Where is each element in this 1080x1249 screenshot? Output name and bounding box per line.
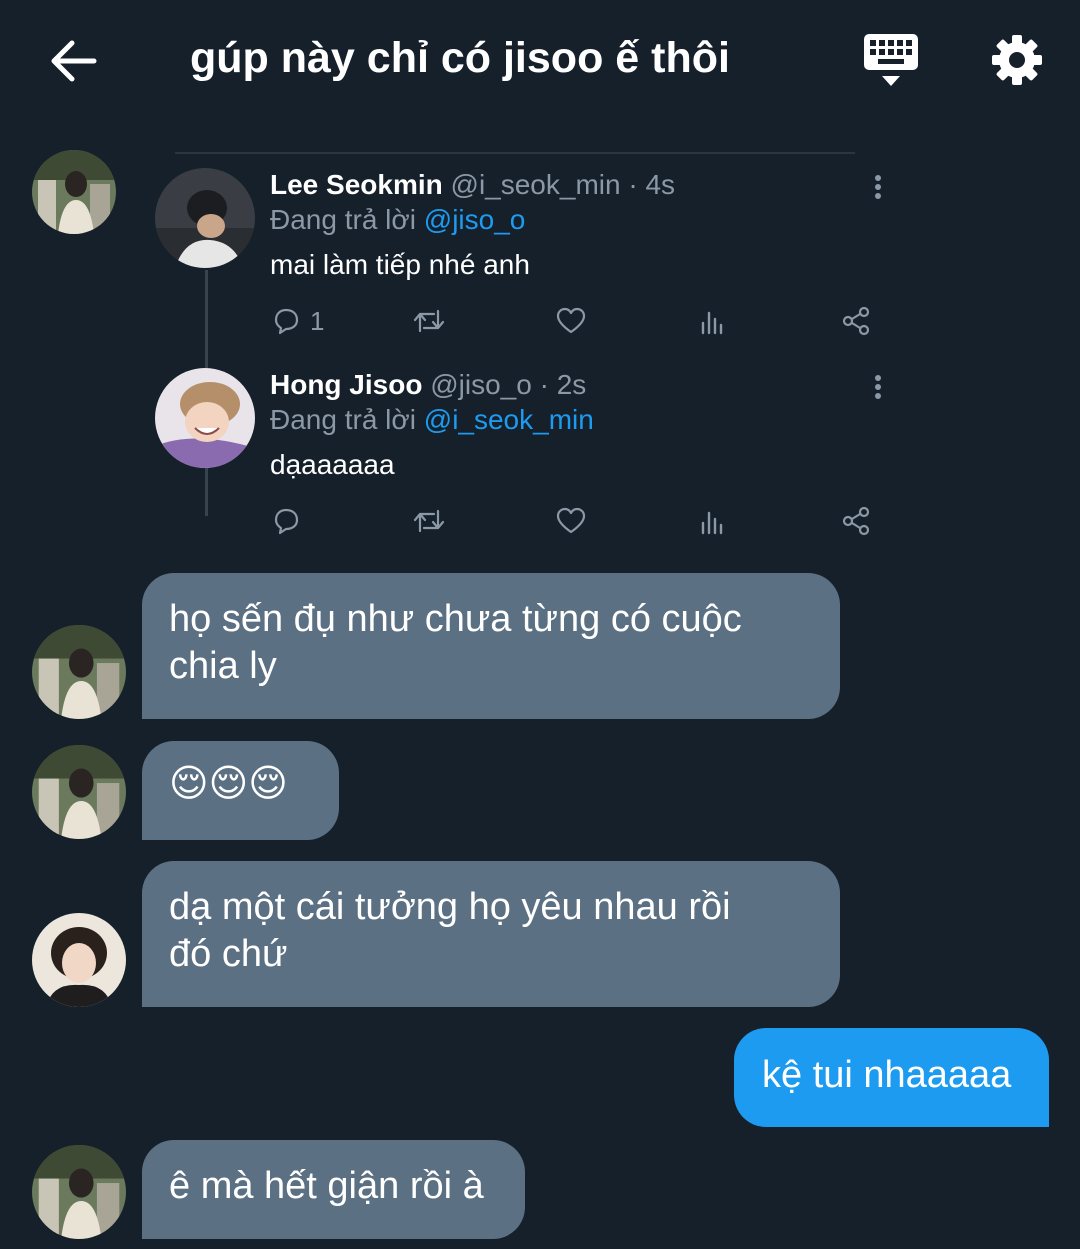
avatar-photo — [32, 625, 126, 719]
avatar-photo — [155, 368, 255, 468]
tweet-avatar[interactable] — [155, 368, 255, 468]
analytics-action[interactable] — [698, 504, 728, 538]
share-icon — [842, 506, 870, 536]
reply-icon — [274, 308, 299, 335]
message-text-line: ê mà hết giận rồi à — [169, 1165, 484, 1207]
tweet-text: dạaaaaaa — [270, 449, 395, 480]
author-name[interactable]: Hong Jisoo — [270, 369, 422, 400]
reply-count: 1 — [310, 305, 325, 336]
message-text-line: họ sến đụ như chưa từng có cuộc — [169, 598, 742, 640]
retweet-action[interactable] — [412, 504, 446, 538]
mention-link[interactable]: @i_seok_min — [424, 404, 594, 435]
analytics-icon — [701, 311, 723, 335]
retweet-icon — [413, 509, 445, 533]
more-options-button[interactable] — [865, 370, 895, 410]
tweet-text: mai làm tiếp nhé anh — [270, 249, 530, 280]
settings-button[interactable] — [984, 26, 1050, 92]
reply-action[interactable] — [270, 504, 310, 538]
back-button[interactable] — [40, 28, 106, 94]
more-vertical-icon — [875, 375, 881, 399]
message-bubble-sent[interactable]: kệ tui nhaaaaa — [734, 1028, 1049, 1127]
replying-to-line: Đang trả lời @jiso_o — [270, 203, 525, 237]
avatar-photo — [32, 150, 116, 234]
more-vertical-icon — [875, 175, 881, 199]
quoted-tweet-thread[interactable]: Lee Seokmin @i_seok_min · 4s Đang trả lờ… — [155, 152, 881, 572]
message-bubble-received[interactable]: ê mà hết giận rồi à — [142, 1140, 525, 1239]
more-options-button[interactable] — [865, 170, 895, 210]
like-action[interactable] — [555, 304, 587, 338]
replying-to-label: Đang trả lời — [270, 204, 424, 235]
sender-avatar[interactable] — [32, 913, 126, 1007]
gear-icon — [992, 35, 1042, 85]
sender-avatar[interactable] — [32, 1145, 126, 1239]
tweet-author-line: Lee Seokmin @i_seok_min · 4s — [270, 168, 675, 202]
message-text-line: kệ tui nhaaaaa — [762, 1054, 1012, 1096]
avatar-photo — [32, 913, 126, 1007]
sender-avatar[interactable] — [32, 150, 116, 234]
avatar-photo — [32, 1145, 126, 1239]
avatar-photo — [32, 745, 126, 839]
reply-icon — [274, 508, 299, 535]
message-text-line: dạ một cái tưởng họ yêu nhau rồi — [169, 886, 731, 928]
tweet-author-line: Hong Jisoo @jiso_o · 2s — [270, 368, 586, 402]
keyboard-icon — [864, 34, 918, 86]
message-bubble-received[interactable]: dạ một cái tưởng họ yêu nhau rồi đó chứ — [142, 861, 840, 1007]
arrow-left-icon — [51, 40, 97, 82]
author-name[interactable]: Lee Seokmin — [270, 169, 443, 200]
message-bubble-received[interactable]: 😌😌😌 — [142, 741, 339, 840]
message-bubble-received[interactable]: họ sến đụ như chưa từng có cuộc chia ly — [142, 573, 840, 719]
analytics-icon — [701, 511, 723, 535]
share-icon — [842, 306, 870, 336]
message-text-line: chia ly — [169, 645, 277, 687]
card-divider — [175, 152, 855, 154]
mention-link[interactable]: @jiso_o — [424, 204, 526, 235]
retweet-icon — [413, 309, 445, 333]
message-text-line: 😌😌😌 — [169, 763, 288, 805]
replying-to-line: Đang trả lời @i_seok_min — [270, 403, 594, 437]
sender-avatar[interactable] — [32, 625, 126, 719]
author-handle: @jiso_o · 2s — [430, 369, 587, 400]
like-action[interactable] — [555, 504, 587, 538]
author-handle: @i_seok_min · 4s — [450, 169, 676, 200]
analytics-action[interactable] — [698, 304, 728, 338]
share-action[interactable] — [840, 504, 872, 538]
tweet-avatar[interactable] — [155, 168, 255, 268]
keyboard-toggle-button[interactable] — [858, 26, 924, 92]
share-action[interactable] — [840, 304, 872, 338]
conversation-title: gúp này chỉ có jisoo ế thôi — [190, 34, 730, 82]
message-text-line: đó chứ — [169, 933, 288, 975]
avatar-photo — [155, 168, 255, 268]
heart-icon — [556, 507, 586, 534]
heart-icon — [556, 307, 586, 334]
replying-to-label: Đang trả lời — [270, 404, 424, 435]
retweet-action[interactable] — [412, 304, 446, 338]
sender-avatar[interactable] — [32, 745, 126, 839]
reply-action[interactable]: 1 — [270, 304, 324, 338]
